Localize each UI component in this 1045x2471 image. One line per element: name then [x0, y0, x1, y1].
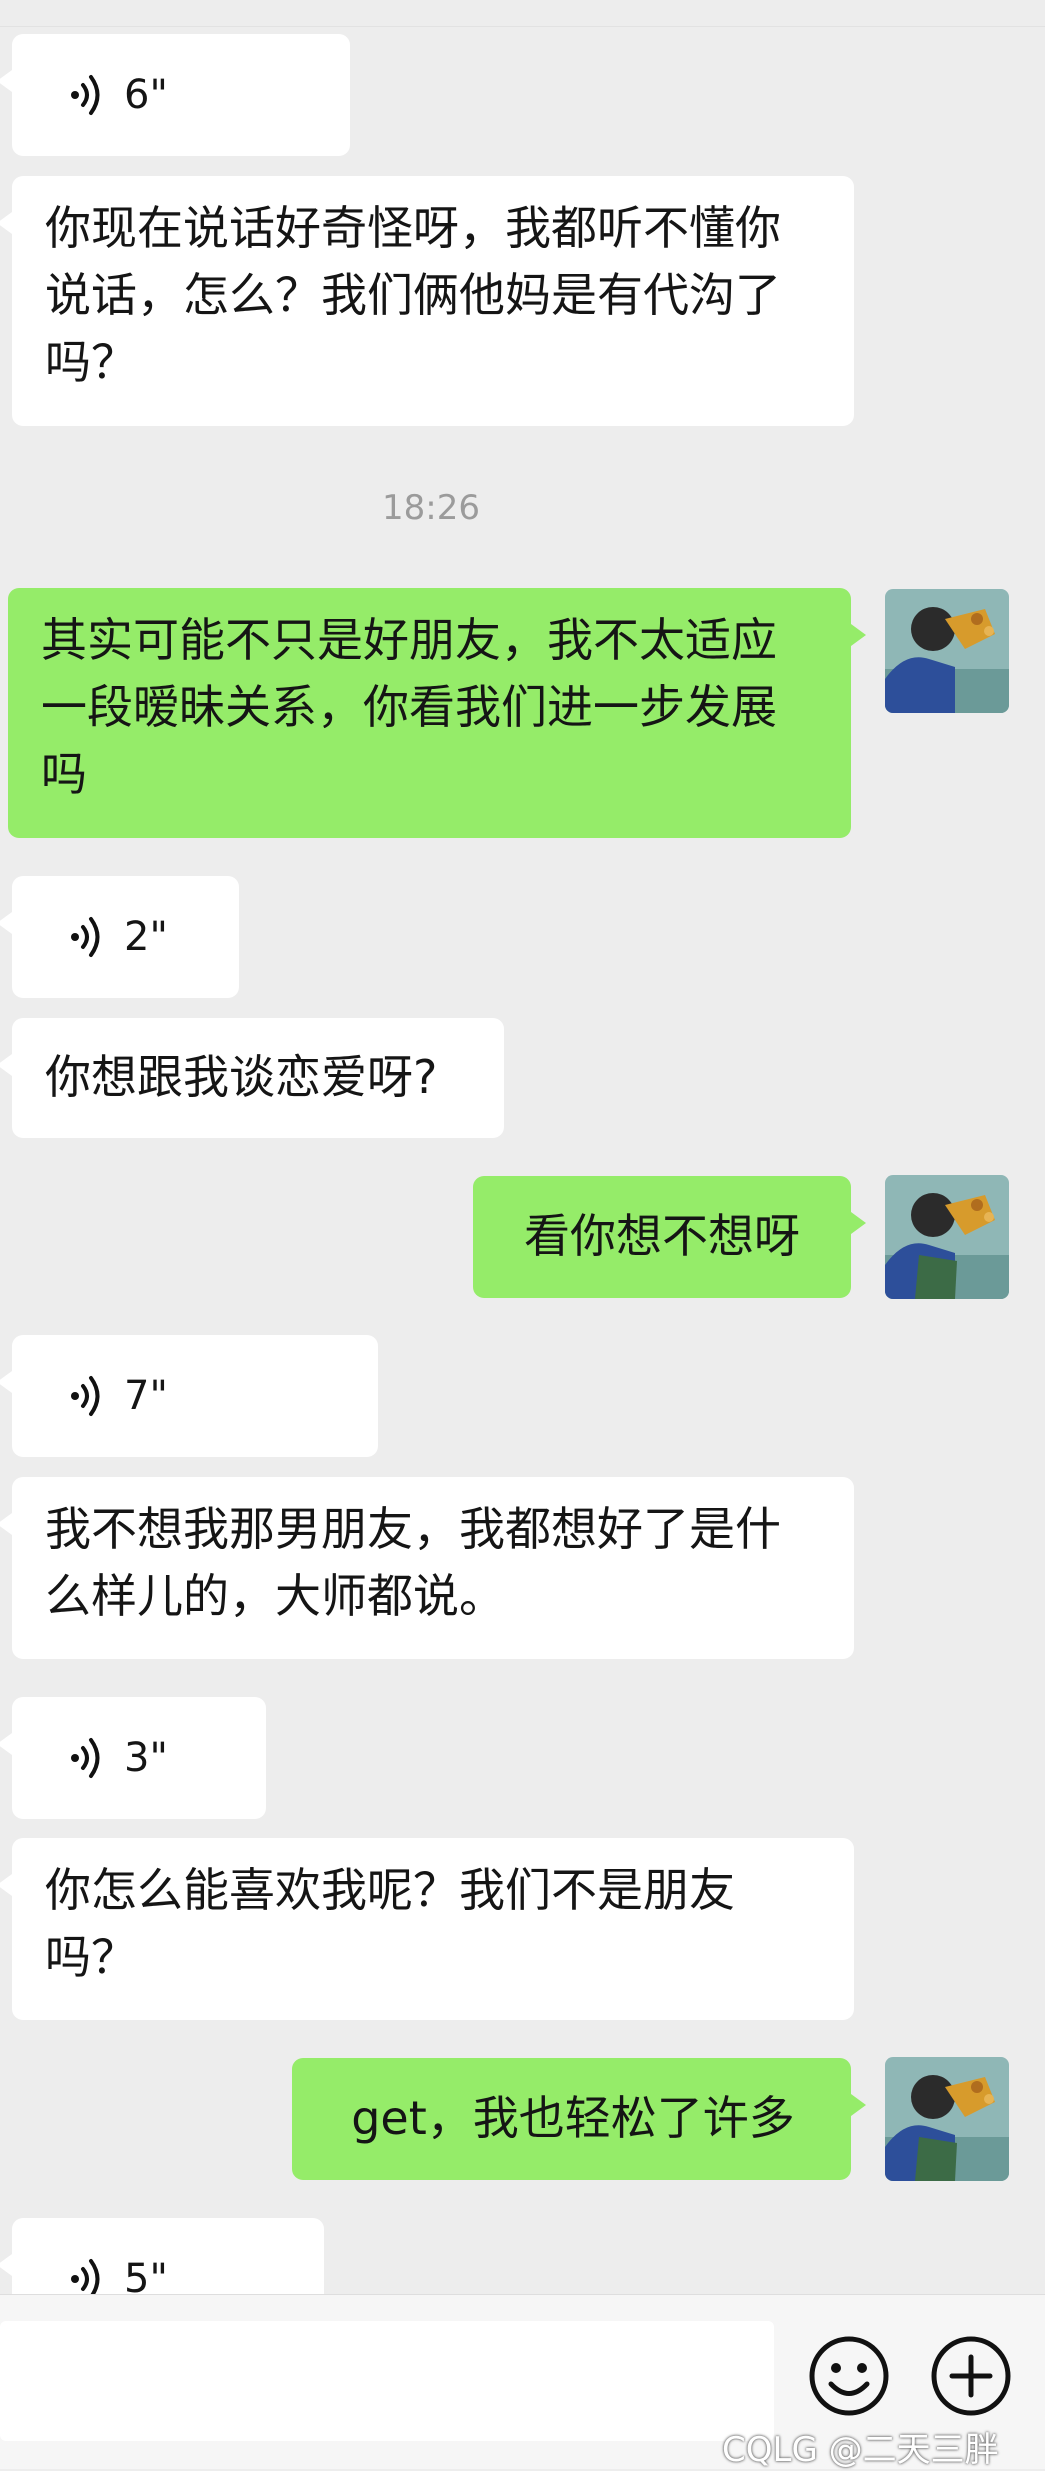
voice-message[interactable]: 3"	[0, 1697, 266, 1819]
voice-message[interactable]: 2"	[0, 876, 239, 998]
message-text: 你怎么能喜欢我呢？我们不是朋友吗？	[45, 1863, 735, 1984]
voice-message[interactable]: 7"	[0, 1335, 378, 1457]
voice-message[interactable]: 6"	[0, 34, 350, 156]
message-bubble-outgoing[interactable]: 看你想不想呀	[473, 1176, 866, 1298]
voice-duration: 3"	[124, 1735, 168, 1781]
message-text: 你想跟我谈恋爱呀?	[45, 1050, 438, 1104]
message-bubble[interactable]: 你怎么能喜欢我呢？我们不是朋友吗？	[0, 1838, 854, 2020]
message-text: get，我也轻松了许多	[351, 2091, 795, 2145]
message-bubble[interactable]: 你现在说话好奇怪呀，我都听不懂你说话，怎么？我们俩他妈是有代沟了吗？	[0, 176, 854, 426]
message-bubble-outgoing[interactable]: 其实可能不只是好朋友，我不太适应一段暧昧关系，你看我们进一步发展吗	[8, 588, 866, 838]
message-text: 其实可能不只是好朋友，我不太适应一段暧昧关系，你看我们进一步发展吗	[41, 613, 777, 801]
voice-duration: 6"	[124, 72, 168, 118]
voice-duration: 2"	[124, 914, 168, 960]
timestamp: 18:26	[382, 488, 480, 528]
voice-wave-icon	[71, 1376, 100, 1416]
voice-wave-icon	[71, 75, 100, 115]
message-input[interactable]	[0, 2321, 774, 2441]
user-avatar[interactable]	[885, 2057, 1009, 2181]
message-text: 看你想不想呀	[524, 1209, 800, 1263]
message-text: 我不想我那男朋友，我都想好了是什么样儿的，大师都说。	[45, 1502, 781, 1623]
emoji-icon[interactable]	[808, 2335, 890, 2417]
top-divider	[0, 0, 1045, 27]
user-avatar[interactable]	[885, 1175, 1009, 1299]
message-bubble[interactable]: 我不想我那男朋友，我都想好了是什么样儿的，大师都说。	[0, 1477, 854, 1659]
message-bubble-outgoing[interactable]: get，我也轻松了许多	[292, 2058, 866, 2180]
voice-wave-icon	[71, 1738, 100, 1778]
user-avatar[interactable]	[885, 589, 1009, 713]
plus-circle-icon[interactable]	[930, 2335, 1012, 2417]
watermark: CQLG @二天三胖	[722, 2430, 999, 2470]
message-text: 你现在说话好奇怪呀，我都听不懂你说话，怎么？我们俩他妈是有代沟了吗？	[45, 201, 781, 389]
message-bubble[interactable]: 你想跟我谈恋爱呀?	[0, 1018, 504, 1138]
voice-duration: 7"	[124, 1373, 168, 1419]
voice-wave-icon	[71, 917, 100, 957]
